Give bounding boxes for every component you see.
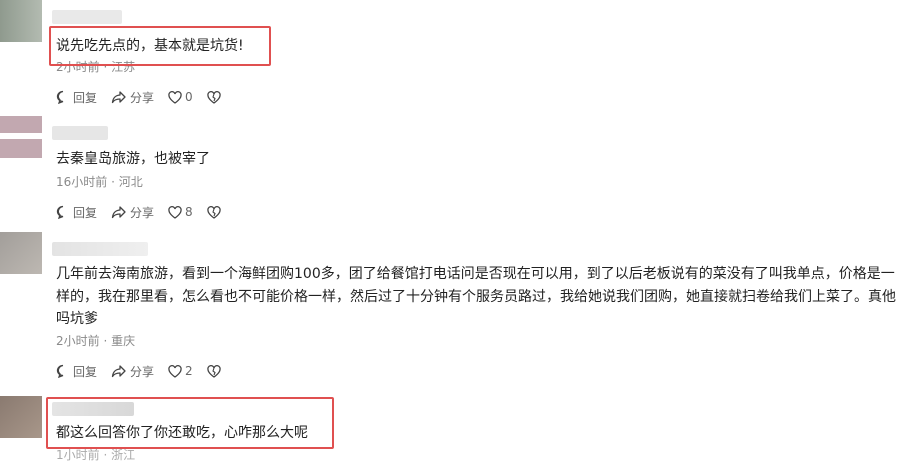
broken-heart-icon [206,364,221,378]
comment-actions: 回复 分享 0 [56,88,238,106]
dislike-button[interactable] [206,364,224,378]
share-label: 分享 [130,205,155,220]
share-label: 分享 [130,364,155,379]
share-label: 分享 [130,90,155,105]
share-arrow-icon [111,365,126,378]
comment-meta: 16小时前 · 河北 [56,175,143,189]
comment-text: 去秦皇岛旅游，也被宰了 [56,151,210,167]
broken-heart-icon [206,90,221,104]
like-button[interactable]: 2 [168,364,193,378]
comment-actions: 回复 分享 8 [56,203,238,221]
reply-label: 回复 [73,90,98,105]
reply-button[interactable]: 回复 [56,89,97,106]
like-count: 8 [185,205,193,219]
comment-actions: 回复 分享 2 [56,362,238,380]
share-button[interactable]: 分享 [111,204,154,221]
reply-button[interactable]: 回复 [56,204,97,221]
share-button[interactable]: 分享 [111,363,154,380]
avatar[interactable] [0,116,42,158]
avatar[interactable] [0,0,42,42]
avatar[interactable] [0,396,42,438]
highlight-box [46,397,334,449]
username-blurred[interactable] [52,126,108,140]
username-blurred[interactable] [52,242,148,256]
reply-button[interactable]: 回复 [56,363,97,380]
comment-bubble-icon [56,364,64,378]
dislike-button[interactable] [206,205,224,219]
share-arrow-icon [111,206,126,219]
avatar[interactable] [0,232,42,274]
reply-label: 回复 [73,364,98,379]
share-button[interactable]: 分享 [111,89,154,106]
username-blurred[interactable] [52,10,122,24]
heart-icon [168,90,182,104]
broken-heart-icon [206,205,221,219]
comment-bubble-icon [56,90,64,104]
comment-text-line-3: 吗坑爹 [56,311,98,327]
comment-meta: 2小时前 · 重庆 [56,334,136,348]
comment-bubble-icon [56,205,64,219]
heart-icon [168,364,182,378]
heart-icon [168,205,182,219]
like-count: 0 [185,90,193,104]
like-button[interactable]: 8 [168,205,193,219]
share-arrow-icon [111,91,126,104]
highlight-box [49,26,271,66]
like-count: 2 [185,364,193,378]
dislike-button[interactable] [206,90,224,104]
reply-label: 回复 [73,205,98,220]
comment-text-line-1: 几年前去海南旅游，看到一个海鲜团购100多，团了给餐馆打电话问是否现在可以用，到… [56,266,895,282]
like-button[interactable]: 0 [168,90,193,104]
comment-text-line-2: 样的，我在那里看，怎么看也不可能价格一样，然后过了十分钟有个服务员路过，我给她说… [56,289,896,305]
